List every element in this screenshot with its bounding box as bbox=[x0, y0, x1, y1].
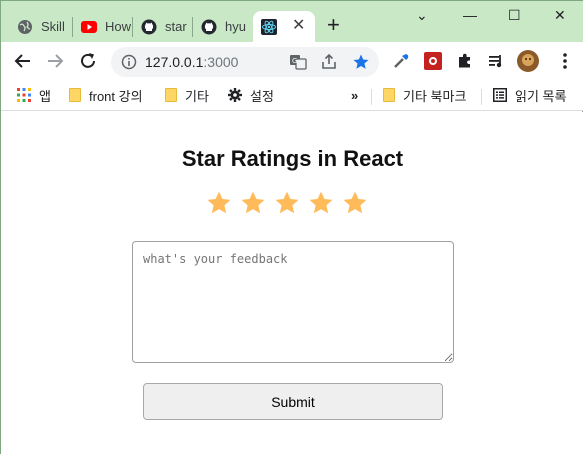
info-icon[interactable] bbox=[121, 54, 137, 75]
star-icon[interactable] bbox=[308, 190, 334, 216]
tab-label: Skill bbox=[41, 19, 65, 34]
youtube-icon bbox=[81, 19, 97, 35]
tab-label: How bbox=[105, 19, 131, 34]
more-menu-icon[interactable] bbox=[556, 52, 574, 70]
reload-icon[interactable] bbox=[78, 51, 98, 71]
bookmark-other-folder[interactable]: 기타 북마크 bbox=[383, 86, 466, 104]
translate-icon[interactable]: G bbox=[289, 53, 307, 76]
page-content: Star Ratings in React Submit bbox=[1, 112, 583, 454]
maximize-button[interactable]: ☐ bbox=[508, 7, 521, 27]
tab-star[interactable]: star bbox=[133, 11, 191, 42]
url-host: 127.0.0.1 bbox=[145, 54, 204, 70]
tab-hyu[interactable]: hyu bbox=[193, 11, 251, 42]
bookmark-folder-etc[interactable]: 기타 bbox=[165, 86, 209, 104]
page-title: Star Ratings in React bbox=[181, 146, 404, 171]
github-icon bbox=[201, 19, 217, 35]
tab-search-icon[interactable]: ⌄ bbox=[416, 7, 428, 27]
forward-arrow-icon[interactable] bbox=[45, 51, 65, 71]
bookmark-label: front 강의 bbox=[89, 88, 143, 104]
browser-window: Skill How star hyu ✕ + ⌄ — ☐ ✕ 127.0.0.1… bbox=[0, 0, 583, 454]
tab-skill[interactable]: Skill bbox=[9, 11, 71, 42]
star-icon[interactable] bbox=[206, 190, 232, 216]
feedback-textarea[interactable] bbox=[132, 241, 454, 363]
tab-how[interactable]: How bbox=[73, 11, 131, 42]
star-icon[interactable] bbox=[274, 190, 300, 216]
media-playlist-icon[interactable] bbox=[487, 52, 505, 70]
tab-close-icon[interactable]: ✕ bbox=[292, 18, 305, 34]
profile-avatar[interactable] bbox=[517, 50, 539, 72]
address-bar[interactable]: 127.0.0.1:3000 G bbox=[111, 47, 379, 77]
bookmark-star-icon[interactable] bbox=[352, 53, 370, 76]
github-icon bbox=[141, 19, 157, 35]
url-text: 127.0.0.1:3000 bbox=[145, 54, 238, 70]
globe-icon bbox=[17, 19, 33, 35]
minimize-button[interactable]: — bbox=[463, 7, 477, 27]
react-icon bbox=[261, 18, 277, 35]
submit-button[interactable]: Submit bbox=[143, 383, 443, 420]
reading-list-icon bbox=[493, 88, 507, 102]
bookmarks-divider bbox=[371, 89, 372, 105]
bookmark-label: 읽기 목록 bbox=[515, 88, 567, 104]
folder-icon bbox=[69, 88, 81, 102]
extension-red-icon[interactable] bbox=[424, 52, 442, 70]
eyedropper-icon[interactable] bbox=[392, 52, 410, 70]
star-icon[interactable] bbox=[342, 190, 368, 216]
bookmark-apps[interactable]: 앱 bbox=[17, 86, 51, 104]
tab-strip: Skill How star hyu ✕ + ⌄ — ☐ ✕ bbox=[1, 1, 583, 42]
tab-active-react[interactable] bbox=[253, 11, 315, 42]
svg-text:G: G bbox=[292, 57, 297, 65]
bookmark-label: 설정 bbox=[250, 88, 274, 104]
folder-icon bbox=[383, 88, 395, 102]
share-icon[interactable] bbox=[320, 53, 338, 76]
tab-label: star bbox=[165, 19, 187, 34]
window-close-button[interactable]: ✕ bbox=[554, 7, 566, 27]
gear-icon bbox=[228, 88, 242, 102]
bookmark-label: 기타 북마크 bbox=[403, 88, 467, 104]
bookmark-folder-front[interactable]: front 강의 bbox=[69, 86, 143, 104]
bookmarks-overflow-chevron-icon[interactable]: » bbox=[351, 86, 358, 104]
star-icon[interactable] bbox=[240, 190, 266, 216]
url-port: :3000 bbox=[203, 54, 239, 70]
back-arrow-icon[interactable] bbox=[13, 51, 33, 71]
apps-grid-icon bbox=[17, 88, 31, 102]
tab-label: hyu bbox=[225, 19, 246, 34]
star-rating bbox=[206, 190, 376, 216]
folder-icon bbox=[165, 88, 177, 102]
bookmark-settings[interactable]: 설정 bbox=[228, 86, 274, 104]
bookmark-label: 기타 bbox=[185, 88, 209, 104]
bookmarks-divider bbox=[481, 89, 482, 105]
extensions-puzzle-icon[interactable] bbox=[456, 52, 474, 70]
bookmarks-bar: 앱 front 강의 기타 설정 » 기타 북마크 읽기 목록 bbox=[1, 80, 583, 111]
browser-toolbar: 127.0.0.1:3000 G bbox=[1, 42, 583, 80]
reading-list[interactable]: 읽기 목록 bbox=[493, 86, 566, 104]
bookmark-label: 앱 bbox=[39, 88, 51, 104]
new-tab-button[interactable]: + bbox=[327, 14, 340, 36]
